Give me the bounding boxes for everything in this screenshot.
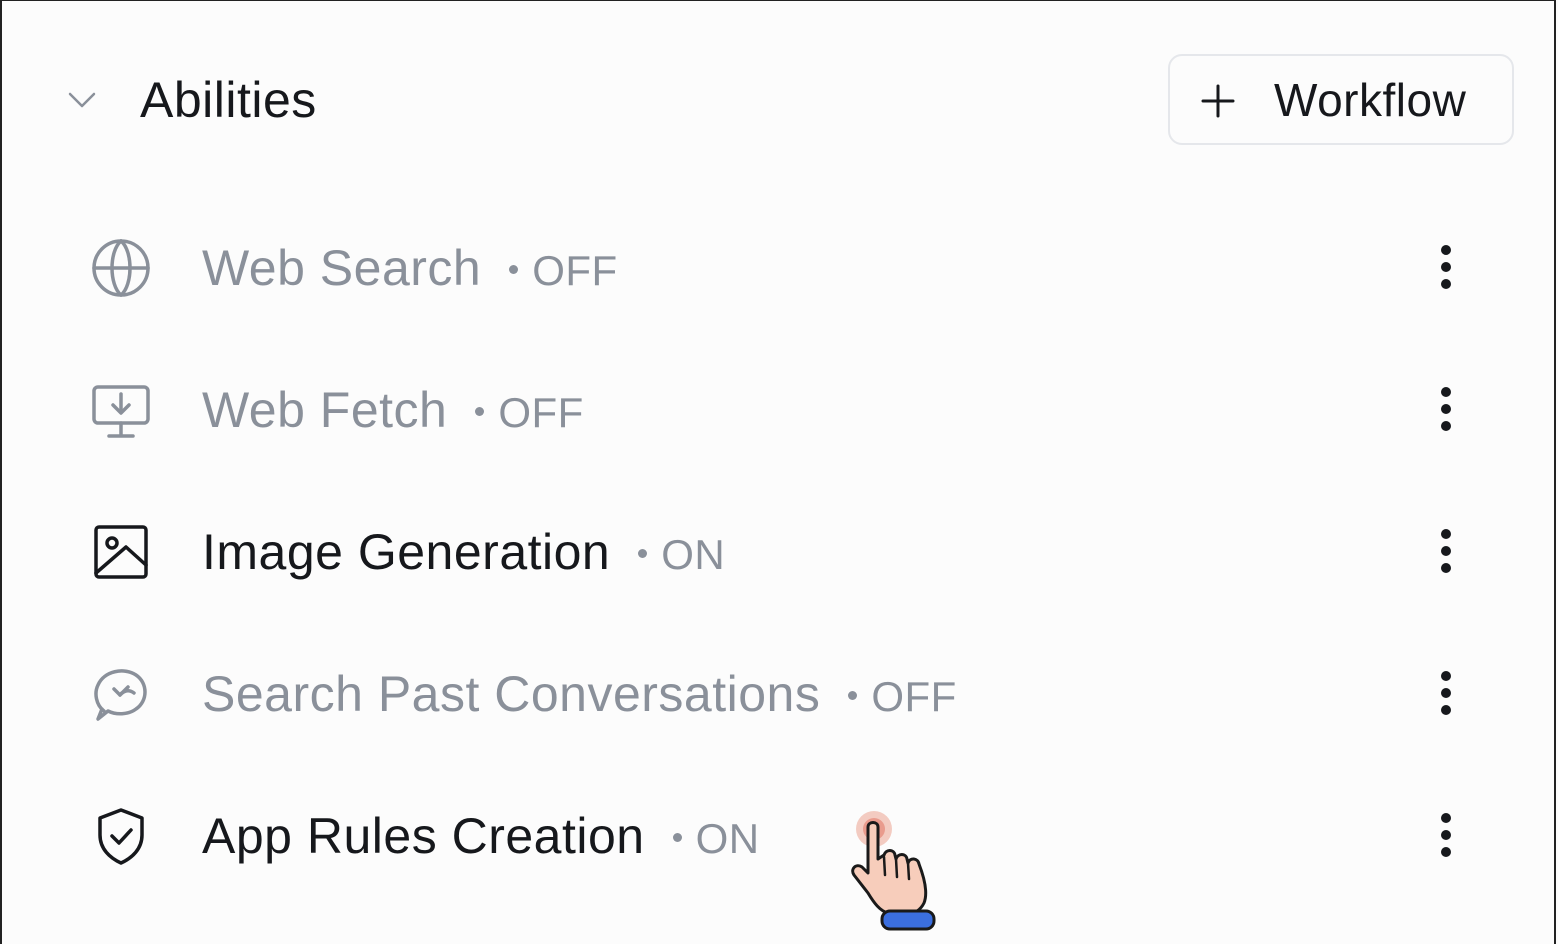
ability-row-web-fetch[interactable]: Web Fetch OFF (82, 359, 1482, 459)
chevron-down-icon[interactable] (64, 85, 100, 115)
shield-check-icon (90, 805, 152, 867)
plus-icon (1200, 83, 1236, 119)
ability-name: App Rules Creation (202, 808, 645, 864)
ability-row-web-search[interactable]: Web Search OFF (82, 217, 1482, 317)
ability-name: Image Generation (202, 524, 611, 580)
more-options-button[interactable] (1426, 237, 1466, 297)
status-badge: OFF (848, 673, 956, 720)
chat-history-icon (90, 663, 152, 725)
add-workflow-label: Workflow (1274, 74, 1467, 126)
status-badge: OFF (475, 389, 583, 436)
more-options-button[interactable] (1426, 521, 1466, 581)
ability-row-image-generation[interactable]: Image Generation ON (82, 501, 1482, 601)
ability-row-search-past-conversations[interactable]: Search Past Conversations OFF (82, 643, 1482, 743)
more-options-button[interactable] (1426, 805, 1466, 865)
section-title: Abilities (140, 72, 317, 128)
more-options-button[interactable] (1426, 379, 1466, 439)
ability-name: Web Search (202, 240, 482, 296)
status-badge: ON (638, 531, 725, 578)
abilities-panel: Abilities Workflow Web Search OFF Web Fe… (0, 0, 1556, 944)
more-options-button[interactable] (1426, 663, 1466, 723)
ability-name: Web Fetch (202, 382, 448, 438)
image-icon (90, 521, 152, 583)
ability-name: Search Past Conversations (202, 666, 821, 722)
status-badge: OFF (509, 247, 617, 294)
add-workflow-button[interactable]: Workflow (1168, 54, 1514, 145)
monitor-download-icon (90, 379, 152, 441)
globe-icon (90, 237, 152, 299)
ability-row-app-rules-creation[interactable]: App Rules Creation ON (82, 785, 1482, 885)
status-badge: ON (672, 815, 760, 862)
